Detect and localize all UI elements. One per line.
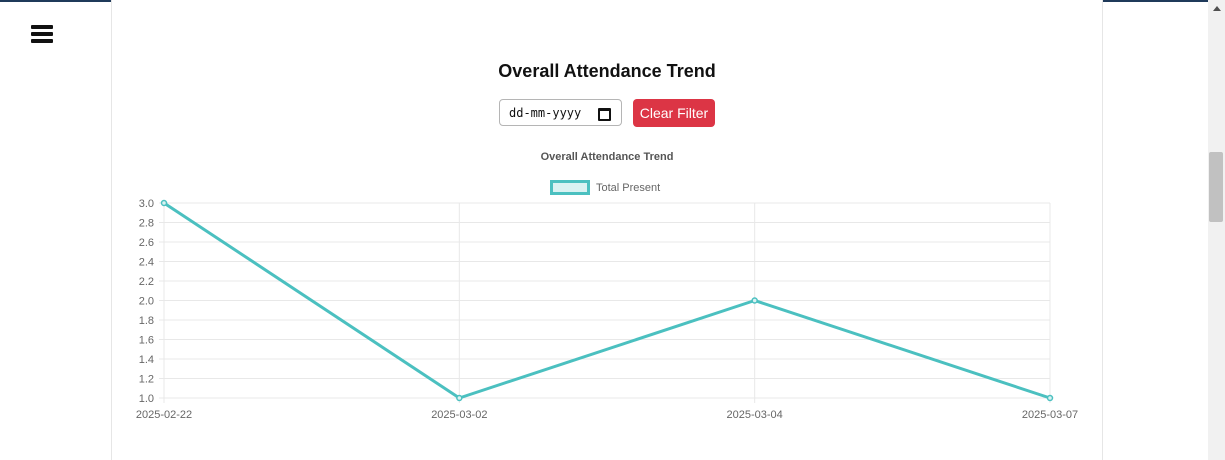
- data-point: [456, 394, 463, 402]
- x-tick-label: 2025-03-02: [431, 409, 487, 421]
- x-tick-label: 2025-03-04: [727, 409, 783, 421]
- legend-swatch: [550, 180, 590, 195]
- y-tick-label: 2.0: [139, 296, 154, 308]
- legend-label: Total Present: [596, 182, 660, 194]
- data-point: [751, 297, 758, 304]
- x-tick-label: 2025-03-07: [1022, 409, 1078, 421]
- scroll-up-arrow-icon[interactable]: [1213, 6, 1221, 11]
- y-tick-label: 2.2: [139, 276, 154, 288]
- y-tick-label: 2.8: [139, 218, 154, 230]
- chart-legend[interactable]: Total Present: [550, 180, 661, 195]
- y-tick-label: 1.8: [139, 315, 154, 327]
- y-tick-label: 2.4: [139, 257, 154, 269]
- vertical-scrollbar[interactable]: [1208, 0, 1225, 460]
- data-point: [1046, 394, 1054, 402]
- x-tick-label: 2025-02-22: [136, 409, 192, 421]
- y-tick-label: 1.4: [139, 354, 154, 366]
- data-point: [160, 199, 168, 207]
- scroll-thumb[interactable]: [1209, 152, 1223, 222]
- y-tick-label: 1.2: [139, 374, 154, 386]
- y-tick-label: 2.6: [139, 237, 154, 249]
- y-tick-label: 1.6: [139, 335, 154, 347]
- y-tick-label: 3.0: [139, 198, 154, 210]
- y-tick-label: 1.0: [139, 393, 154, 405]
- attendance-line-chart: Overall Attendance Trend Total Present 1…: [136, 151, 1078, 421]
- chart-title: Overall Attendance Trend: [541, 151, 674, 163]
